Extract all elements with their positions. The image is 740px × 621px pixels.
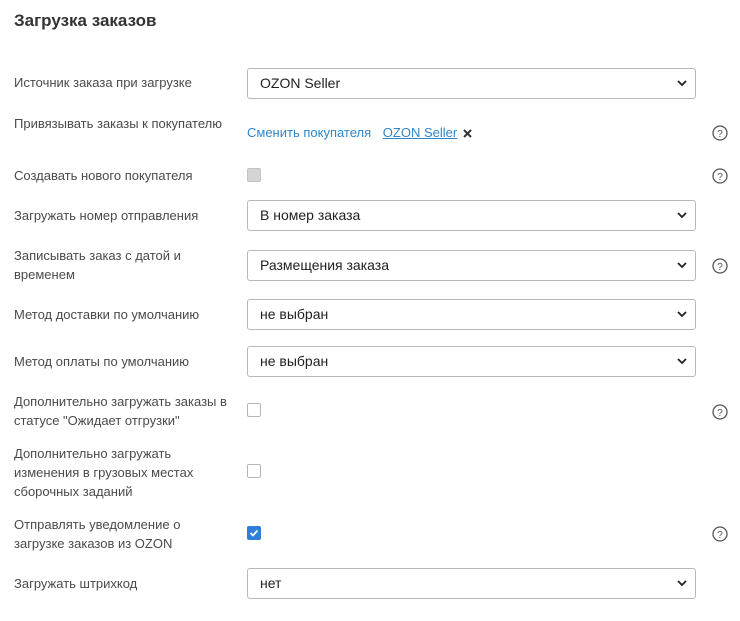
create-buyer-checkbox[interactable] [247, 168, 261, 182]
shipment-number-select[interactable]: В номер заказа [247, 200, 696, 231]
change-buyer-link[interactable]: Сменить покупателя [247, 125, 371, 140]
source-select-value: OZON Seller [260, 75, 341, 91]
help-icon[interactable]: ? [712, 125, 728, 141]
cargo-changes-label: Дополнительно загружать изменения в груз… [14, 446, 194, 499]
order-datetime-value: Размещения заказа [260, 257, 389, 273]
payment-method-label: Метод оплаты по умолчанию [14, 354, 190, 369]
shipment-number-value: В номер заказа [260, 207, 361, 223]
source-label: Источник заказа при загрузке [14, 75, 192, 90]
svg-text:?: ? [717, 530, 723, 541]
chevron-down-icon [677, 262, 687, 269]
order-datetime-label: Записывать заказ с датой и временем [14, 248, 181, 282]
page-title: Загрузка заказов [14, 11, 157, 30]
order-datetime-select[interactable]: Размещения заказа [247, 250, 696, 281]
barcode-value: нет [260, 575, 282, 591]
help-icon[interactable]: ? [712, 168, 728, 184]
awaiting-shipment-label: Дополнительно загружать заказы в статусе… [14, 394, 227, 428]
barcode-select[interactable]: нет [247, 568, 696, 599]
svg-text:?: ? [717, 408, 723, 419]
shipment-number-label: Загружать номер отправления [14, 208, 199, 223]
help-icon[interactable]: ? [712, 404, 728, 420]
delivery-method-value: не выбран [260, 306, 329, 322]
barcode-label: Загружать штрихкод [14, 576, 138, 591]
chevron-down-icon [677, 358, 687, 365]
notify-checkbox[interactable] [247, 526, 261, 540]
notify-label: Отправлять уведомление о загрузке заказо… [14, 517, 181, 551]
awaiting-shipment-checkbox[interactable] [247, 403, 261, 417]
svg-text:?: ? [717, 129, 723, 140]
svg-text:?: ? [717, 172, 723, 183]
check-icon [249, 529, 259, 537]
bind-buyer-links: Сменить покупателя OZON Seller [247, 123, 472, 142]
source-select[interactable]: OZON Seller [247, 68, 696, 99]
delivery-method-label: Метод доставки по умолчанию [14, 307, 200, 322]
create-buyer-label: Создавать нового покупателя [14, 168, 193, 183]
delivery-method-select[interactable]: не выбран [247, 299, 696, 330]
remove-buyer-icon[interactable] [463, 129, 472, 138]
bind-buyer-label: Привязывать заказы к покупателю [14, 116, 222, 131]
svg-text:?: ? [717, 262, 723, 273]
chevron-down-icon [677, 580, 687, 587]
help-icon[interactable]: ? [712, 526, 728, 542]
payment-method-value: не выбран [260, 353, 329, 369]
payment-method-select[interactable]: не выбран [247, 346, 696, 377]
buyer-link[interactable]: OZON Seller [383, 125, 457, 140]
help-icon[interactable]: ? [712, 258, 728, 274]
cargo-changes-checkbox[interactable] [247, 464, 261, 478]
chevron-down-icon [677, 311, 687, 318]
chevron-down-icon [677, 80, 687, 87]
chevron-down-icon [677, 212, 687, 219]
